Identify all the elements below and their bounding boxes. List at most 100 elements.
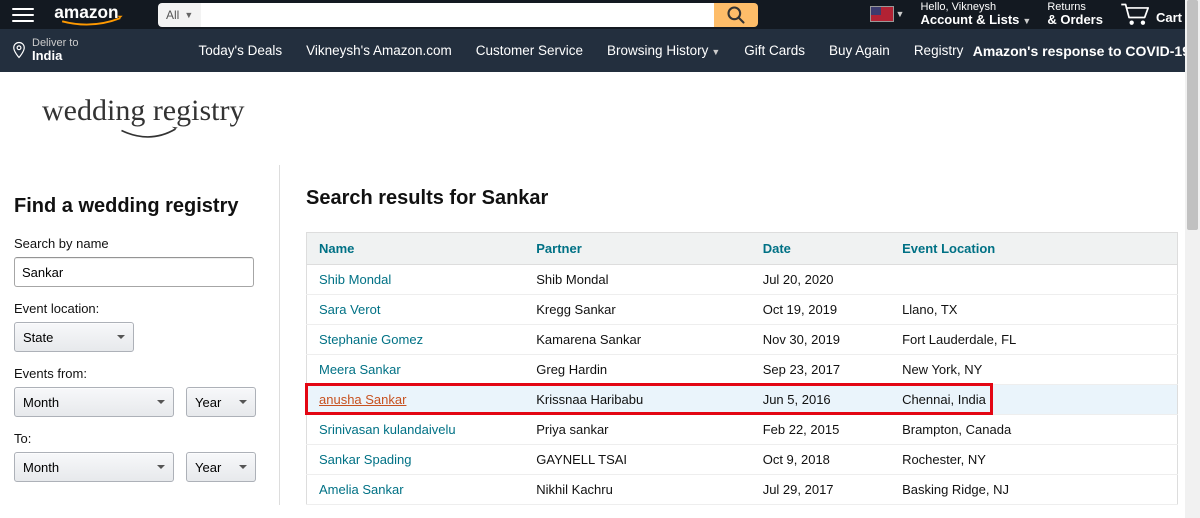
cell-name: Stephanie Gomez <box>307 325 525 355</box>
cell-partner: Nikhil Kachru <box>524 475 750 505</box>
sidebar-heading: Find a wedding registry <box>14 195 261 218</box>
subnav-link[interactable]: Today's Deals <box>198 43 282 58</box>
cart-label: Cart <box>1156 10 1182 25</box>
nav-right: ▼ Hello, Vikneysh Account & Lists▼ Retur… <box>870 1 1192 27</box>
subnav-link[interactable]: Registry <box>914 43 964 58</box>
page-columns: Find a wedding registry Search by name E… <box>0 157 1200 505</box>
search-sidebar: Find a wedding registry Search by name E… <box>0 165 280 505</box>
cell-date: Nov 30, 2019 <box>751 325 890 355</box>
cell-date: Jun 5, 2016 <box>751 385 890 415</box>
cart-icon <box>1119 1 1153 27</box>
search-name-input[interactable] <box>14 257 254 287</box>
cell-partner: Priya sankar <box>524 415 750 445</box>
cell-date: Oct 19, 2019 <box>751 295 890 325</box>
covid-link[interactable]: Amazon's response to COVID-19 <box>973 43 1190 59</box>
cell-location: New York, NY <box>890 355 1177 385</box>
cell-date: Jul 29, 2017 <box>751 475 890 505</box>
registry-link[interactable]: anusha Sankar <box>319 392 406 407</box>
table-row: Meera Sankar Greg HardinSep 23, 2017New Y… <box>307 355 1178 385</box>
cell-date: Sep 23, 2017 <box>751 355 890 385</box>
results-table: Name Partner Date Event Location Shib Mo… <box>306 232 1178 505</box>
search-button[interactable] <box>714 3 758 27</box>
cell-partner: Kamarena Sankar <box>524 325 750 355</box>
orders-link[interactable]: Returns & Orders <box>1047 1 1103 27</box>
cell-name: anusha Sankar <box>307 385 525 415</box>
events-from-label: Events from: <box>14 366 261 381</box>
subnav-links: Today's Deals Vikneysh's Amazon.com Cust… <box>198 43 963 58</box>
search-input[interactable] <box>201 3 714 27</box>
cell-location: Basking Ridge, NJ <box>890 475 1177 505</box>
cell-location: Fort Lauderdale, FL <box>890 325 1177 355</box>
chevron-down-icon: ▼ <box>711 47 720 57</box>
wedding-registry-text: wedding registry <box>42 94 1200 128</box>
registry-link[interactable]: Sankar Spading <box>319 452 412 467</box>
cell-partner: Krissnaa Haribabu <box>524 385 750 415</box>
subnav-link[interactable]: Browsing History▼ <box>607 43 720 58</box>
cell-location: Brampton, Canada <box>890 415 1177 445</box>
location-icon <box>10 40 28 60</box>
account-menu[interactable]: Hello, Vikneysh Account & Lists▼ <box>920 1 1031 27</box>
language-selector[interactable]: ▼ <box>870 6 905 22</box>
amazon-logo[interactable]: amazon <box>44 4 140 26</box>
search-category-dropdown[interactable]: All ▼ <box>158 3 201 27</box>
to-year-select[interactable]: Year <box>186 452 256 482</box>
table-row: anusha Sankar Krissnaa HaribabuJun 5, 201… <box>307 385 1178 415</box>
registry-link[interactable]: Stephanie Gomez <box>319 332 423 347</box>
scrollbar-thumb[interactable] <box>1187 0 1198 230</box>
col-location[interactable]: Event Location <box>890 233 1177 265</box>
svg-text:amazon: amazon <box>54 4 118 22</box>
table-row: Amelia Sankar Nikhil KachruJul 29, 2017Ba… <box>307 475 1178 505</box>
chevron-down-icon: ▼ <box>184 10 193 20</box>
to-month-select[interactable]: Month <box>14 452 174 482</box>
search-bar: All ▼ <box>158 3 758 27</box>
cart-link[interactable]: Cart <box>1119 1 1182 27</box>
cell-partner: Shib Mondal <box>524 265 750 295</box>
account-label: Account & Lists <box>920 12 1019 27</box>
registry-link[interactable]: Meera Sankar <box>319 362 401 377</box>
cell-date: Jul 20, 2020 <box>751 265 890 295</box>
menu-icon[interactable] <box>8 2 38 28</box>
registry-link[interactable]: Srinivasan kulandaivelu <box>319 422 456 437</box>
registry-link[interactable]: Amelia Sankar <box>319 482 404 497</box>
flag-icon <box>870 6 894 22</box>
col-partner[interactable]: Partner <box>524 233 750 265</box>
cell-location: Chennai, India <box>890 385 1177 415</box>
events-to-label: To: <box>14 431 261 446</box>
cell-partner: Greg Hardin <box>524 355 750 385</box>
cell-name: Sara Verot <box>307 295 525 325</box>
table-row: Stephanie Gomez Kamarena SankarNov 30, 20… <box>307 325 1178 355</box>
registry-link[interactable]: Shib Mondal <box>319 272 391 287</box>
cell-name: Meera Sankar <box>307 355 525 385</box>
deliver-to[interactable]: Deliver to India <box>10 37 78 63</box>
cell-location: Rochester, NY <box>890 445 1177 475</box>
results-main: Search results for Sankar Name Partner D… <box>280 157 1200 505</box>
from-year-select[interactable]: Year <box>186 387 256 417</box>
cell-name: Sankar Spading <box>307 445 525 475</box>
chevron-down-icon: ▼ <box>896 9 905 19</box>
wedding-registry-logo[interactable]: wedding registry <box>0 72 1200 157</box>
cell-name: Srinivasan kulandaivelu <box>307 415 525 445</box>
cell-date: Feb 22, 2015 <box>751 415 890 445</box>
cell-partner: GAYNELL TSAI <box>524 445 750 475</box>
col-date[interactable]: Date <box>751 233 890 265</box>
col-name[interactable]: Name <box>307 233 525 265</box>
cell-date: Oct 9, 2018 <box>751 445 890 475</box>
subnav-link[interactable]: Buy Again <box>829 43 890 58</box>
sub-nav: Deliver to India Today's Deals Vikneysh'… <box>0 29 1200 72</box>
scrollbar[interactable] <box>1185 0 1200 518</box>
results-heading: Search results for Sankar <box>306 187 1178 210</box>
search-icon <box>726 5 746 25</box>
subnav-link[interactable]: Vikneysh's Amazon.com <box>306 43 452 58</box>
registry-link[interactable]: Sara Verot <box>319 302 380 317</box>
from-month-select[interactable]: Month <box>14 387 174 417</box>
cell-name: Amelia Sankar <box>307 475 525 505</box>
state-select[interactable]: State <box>14 322 134 352</box>
subnav-link[interactable]: Gift Cards <box>744 43 805 58</box>
location-label: Event location: <box>14 301 261 316</box>
table-row: Sara VerotKregg SankarOct 19, 2019Llano,… <box>307 295 1178 325</box>
cell-location <box>890 265 1177 295</box>
search-category-label: All <box>166 8 179 22</box>
orders-label: & Orders <box>1047 13 1103 27</box>
subnav-link[interactable]: Customer Service <box>476 43 583 58</box>
smile-icon <box>120 126 180 144</box>
